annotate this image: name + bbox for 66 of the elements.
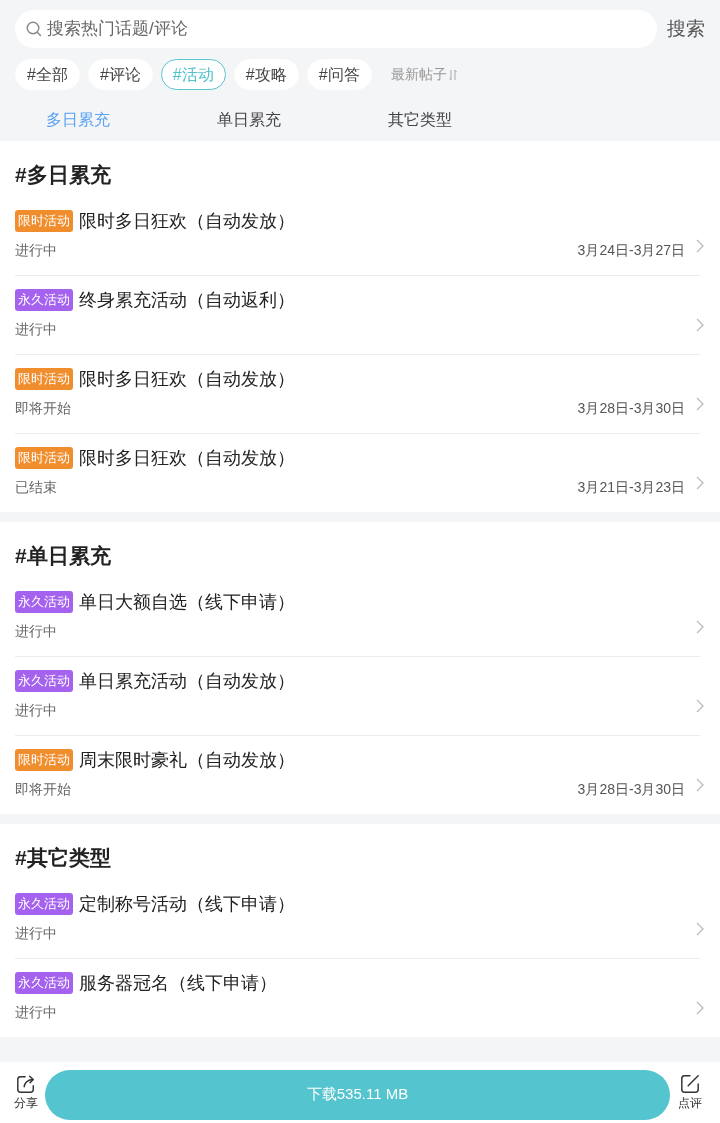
search-icon [26,21,42,37]
activity-status: 进行中 [15,1004,57,1022]
activity-title: 限时多日狂欢（自动发放） [79,447,295,470]
chevron-right-icon [696,620,704,634]
activity-title: 定制称号活动（线下申请） [79,893,295,916]
chevron-right-icon [696,778,704,792]
activity-status: 进行中 [15,321,57,339]
activity-title: 单日大额自选（线下申请） [79,591,295,614]
share-icon [16,1074,36,1094]
activity-tag: 限时活动 [15,210,73,232]
activity-dates: 3月28日-3月30日 [577,781,685,799]
section-title: #其它类型 [15,845,112,871]
activity-tag: 永久活动 [15,670,73,692]
search-field[interactable]: 搜索热门话题/评论 [15,10,657,48]
chevron-right-icon [696,476,704,490]
activity-tag: 永久活动 [15,289,73,311]
activity-list-item[interactable]: 永久活动 定制称号活动（线下申请） 进行中 [15,880,700,959]
activity-status: 已结束 [15,479,57,497]
activity-tag: 限时活动 [15,368,73,390]
section-title: #单日累充 [15,543,112,569]
activity-dates: 3月28日-3月30日 [577,400,685,418]
filter-chip[interactable]: #全部 [15,59,80,90]
review-button[interactable]: 点评 [675,1074,705,1111]
activity-list-item[interactable]: 永久活动 单日大额自选（线下申请） 进行中 [15,578,700,657]
activity-status: 即将开始 [15,400,71,418]
activity-list-item[interactable]: 限时活动 限时多日狂欢（自动发放） 进行中 3月24日-3月27日 [15,197,700,276]
filter-chip[interactable]: #问答 [306,59,372,90]
section-title: #多日累充 [15,162,112,188]
category-tab[interactable]: 单日累充 [217,109,281,131]
chevron-right-icon [696,397,704,411]
activity-title: 限时多日狂欢（自动发放） [79,210,295,233]
filter-chip[interactable]: #攻略 [233,59,299,90]
activity-tag: 永久活动 [15,591,73,613]
chevron-right-icon [696,699,704,713]
activity-list-item[interactable]: 限时活动 周末限时豪礼（自动发放） 即将开始 3月28日-3月30日 [15,736,700,814]
share-button[interactable]: 分享 [11,1074,41,1111]
activity-title: 限时多日狂欢（自动发放） [79,368,295,391]
chevron-right-icon [696,318,704,332]
activity-list-item[interactable]: 永久活动 终身累充活动（自动返利） 进行中 [15,276,700,355]
activity-list-item[interactable]: 限时活动 限时多日狂欢（自动发放） 已结束 3月21日-3月23日 [15,434,700,512]
activity-tag: 限时活动 [15,749,73,771]
activity-tag: 限时活动 [15,447,73,469]
activity-status: 进行中 [15,623,57,641]
activity-list-item[interactable]: 永久活动 服务器冠名（线下申请） 进行中 [15,959,700,1037]
activity-list-item[interactable]: 限时活动 限时多日狂欢（自动发放） 即将开始 3月28日-3月30日 [15,355,700,434]
sort-arrows-icon [448,68,457,81]
search-button[interactable]: 搜索 [667,17,705,41]
activity-tag: 永久活动 [15,893,73,915]
filter-chip[interactable]: #评论 [87,59,153,90]
activity-status: 进行中 [15,925,57,943]
edit-icon [680,1074,700,1094]
activity-title: 终身累充活动（自动返利） [79,289,295,312]
activity-list-item[interactable]: 永久活动 单日累充活动（自动发放） 进行中 [15,657,700,736]
chevron-right-icon [696,239,704,253]
activity-status: 即将开始 [15,781,71,799]
activity-status: 进行中 [15,242,57,260]
activity-title: 周末限时豪礼（自动发放） [79,749,295,772]
activity-title: 服务器冠名（线下申请） [79,972,277,995]
chevron-right-icon [696,922,704,936]
activity-dates: 3月21日-3月23日 [577,479,685,497]
activity-title: 单日累充活动（自动发放） [79,670,295,693]
activity-status: 进行中 [15,702,57,720]
chevron-right-icon [696,1001,704,1015]
activity-tag: 永久活动 [15,972,73,994]
category-tab[interactable]: 其它类型 [388,109,452,131]
activity-dates: 3月24日-3月27日 [577,242,685,260]
